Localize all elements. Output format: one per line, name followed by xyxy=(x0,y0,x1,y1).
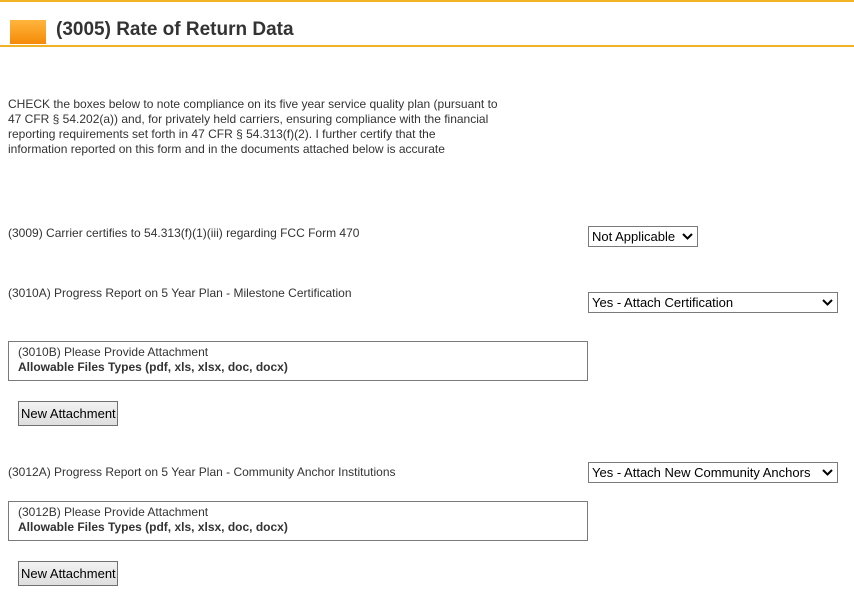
select-3012a-value: Yes - Attach New Community Anchors xyxy=(592,465,811,480)
chevron-down-icon xyxy=(822,299,833,306)
section-header: (3005) Rate of Return Data xyxy=(0,0,854,47)
select-3010a-value: Yes - Attach Certification xyxy=(592,295,734,310)
attachment-box-3010b: (3010B) Please Provide Attachment Allowa… xyxy=(8,341,588,381)
page-title: (3005) Rate of Return Data xyxy=(56,19,294,40)
select-3009[interactable]: Not Applicable xyxy=(588,226,698,247)
select-3012a[interactable]: Yes - Attach New Community Anchors xyxy=(588,462,838,483)
select-3009-value: Not Applicable xyxy=(592,229,676,244)
attachment-3010b-title: (3010B) Please Provide Attachment xyxy=(18,345,209,359)
question-3009-label: (3009) Carrier certifies to 54.313(f)(1)… xyxy=(8,226,360,240)
select-3010a[interactable]: Yes - Attach Certification xyxy=(588,292,838,313)
attachment-3012b-title: (3012B) Please Provide Attachment xyxy=(18,505,209,519)
new-attachment-3010b-button[interactable]: New Attachment xyxy=(18,401,118,426)
attachment-box-3012b: (3012B) Please Provide Attachment Allowa… xyxy=(8,501,588,541)
question-3012a-label: (3012A) Progress Report on 5 Year Plan -… xyxy=(8,465,396,479)
chevron-down-icon xyxy=(682,233,693,240)
new-attachment-3012b-button[interactable]: New Attachment xyxy=(18,561,118,586)
attachment-3010b-file-types: Allowable Files Types (pdf, xls, xlsx, d… xyxy=(18,360,288,374)
section-marker-icon xyxy=(10,20,46,44)
chevron-down-icon xyxy=(822,469,833,476)
attachment-3012b-file-types: Allowable Files Types (pdf, xls, xlsx, d… xyxy=(18,520,288,534)
certification-intro-text: CHECK the boxes below to note compliance… xyxy=(8,97,498,156)
question-3010a-label: (3010A) Progress Report on 5 Year Plan -… xyxy=(8,286,352,300)
